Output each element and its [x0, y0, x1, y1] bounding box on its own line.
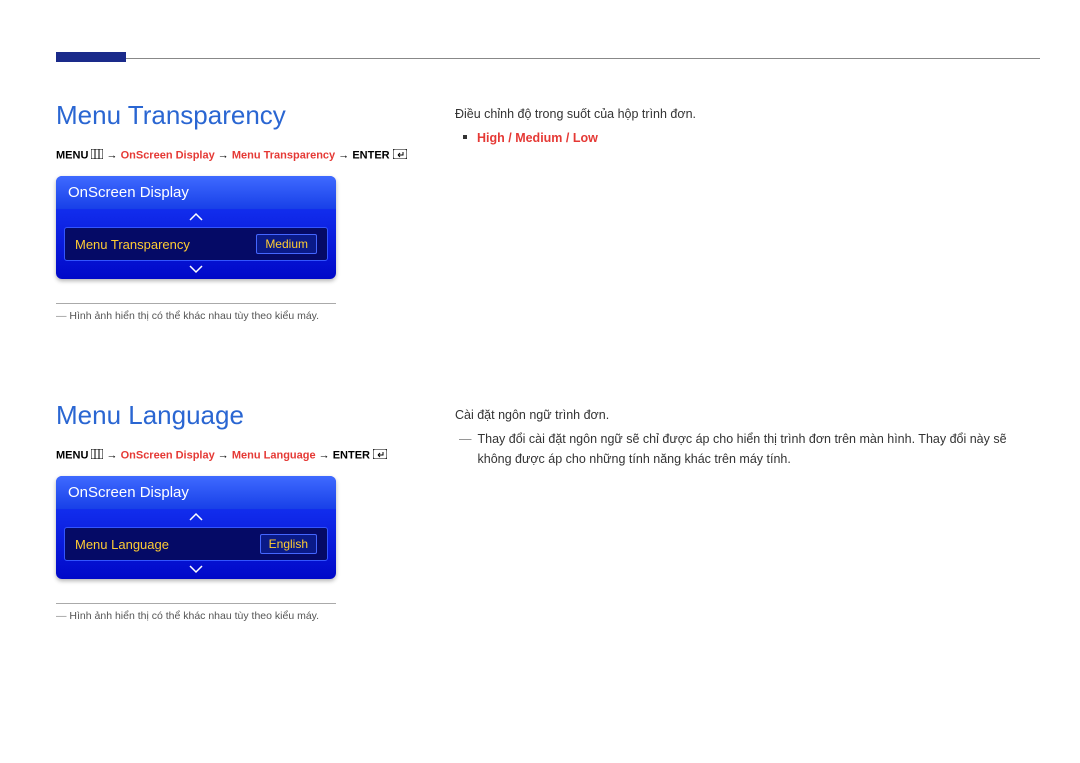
breadcrumb-arrow-1: → [107, 149, 121, 161]
divider [56, 303, 336, 304]
breadcrumb-language: MENU → OnScreen Display → Menu Language … [56, 449, 426, 462]
breadcrumb-part-1: OnScreen Display [121, 149, 215, 161]
section-title-transparency: Menu Transparency [56, 100, 426, 131]
osd-item-transparency[interactable]: Menu Transparency Medium [64, 227, 328, 261]
osd-panel-transparency: OnScreen Display Menu Transparency Mediu… [56, 176, 336, 279]
osd-item-label: Menu Transparency [75, 237, 190, 252]
note-row: ― Thay đổi cài đặt ngôn ngữ sẽ chỉ được … [455, 429, 1040, 469]
footnote-transparency: Hình ảnh hiển thị có thể khác nhau tùy t… [56, 310, 426, 322]
breadcrumb-menu: MENU [56, 449, 88, 461]
osd-item-label: Menu Language [75, 537, 169, 552]
description-transparency: Điều chỉnh độ trong suốt của hộp trình đ… [455, 104, 1040, 148]
note-text: Thay đổi cài đặt ngôn ngữ sẽ chỉ được áp… [478, 429, 1041, 469]
chevron-up-icon[interactable] [56, 209, 336, 227]
breadcrumb-enter: ENTER [352, 149, 389, 161]
desc-text: Điều chỉnh độ trong suốt của hộp trình đ… [455, 104, 1040, 124]
enter-icon [373, 449, 387, 462]
osd-header: OnScreen Display [56, 476, 336, 509]
breadcrumb-part-1: OnScreen Display [121, 449, 215, 461]
chevron-up-icon[interactable] [56, 509, 336, 527]
breadcrumb-arrow-3: → [338, 149, 352, 161]
breadcrumb-enter: ENTER [333, 449, 370, 461]
chevron-down-icon[interactable] [56, 261, 336, 279]
chevron-down-icon[interactable] [56, 561, 336, 579]
osd-header: OnScreen Display [56, 176, 336, 209]
breadcrumb-part-2: Menu Language [232, 449, 316, 461]
section-title-language: Menu Language [56, 400, 426, 431]
osd-panel-language: OnScreen Display Menu Language English [56, 476, 336, 579]
divider [56, 603, 336, 604]
osd-item-value[interactable]: English [260, 534, 317, 554]
options-text: High / Medium / Low [477, 131, 598, 145]
dash-icon: ― [459, 429, 472, 449]
bullet-icon [463, 135, 467, 139]
breadcrumb-arrow-1: → [107, 449, 121, 461]
top-divider [56, 58, 1040, 59]
desc-text: Cài đặt ngôn ngữ trình đơn. [455, 405, 1040, 425]
menu-grid-icon [91, 449, 103, 462]
description-language: Cài đặt ngôn ngữ trình đơn. ― Thay đổi c… [455, 405, 1040, 469]
osd-item-value[interactable]: Medium [256, 234, 317, 254]
section-menu-language: Menu Language MENU → OnScreen Display → … [56, 400, 426, 622]
breadcrumb-arrow-2: → [218, 449, 232, 461]
footnote-language: Hình ảnh hiển thị có thể khác nhau tùy t… [56, 610, 426, 622]
breadcrumb-part-2: Menu Transparency [232, 149, 335, 161]
enter-icon [393, 149, 407, 162]
options-row: High / Medium / Low [455, 128, 1040, 148]
section-menu-transparency: Menu Transparency MENU → OnScreen Displa… [56, 100, 426, 322]
breadcrumb-arrow-3: → [319, 449, 333, 461]
brand-bar [56, 52, 126, 62]
breadcrumb-arrow-2: → [218, 149, 232, 161]
menu-grid-icon [91, 149, 103, 162]
breadcrumb-transparency: MENU → OnScreen Display → Menu Transpare… [56, 149, 426, 162]
osd-item-language[interactable]: Menu Language English [64, 527, 328, 561]
breadcrumb-menu: MENU [56, 149, 88, 161]
